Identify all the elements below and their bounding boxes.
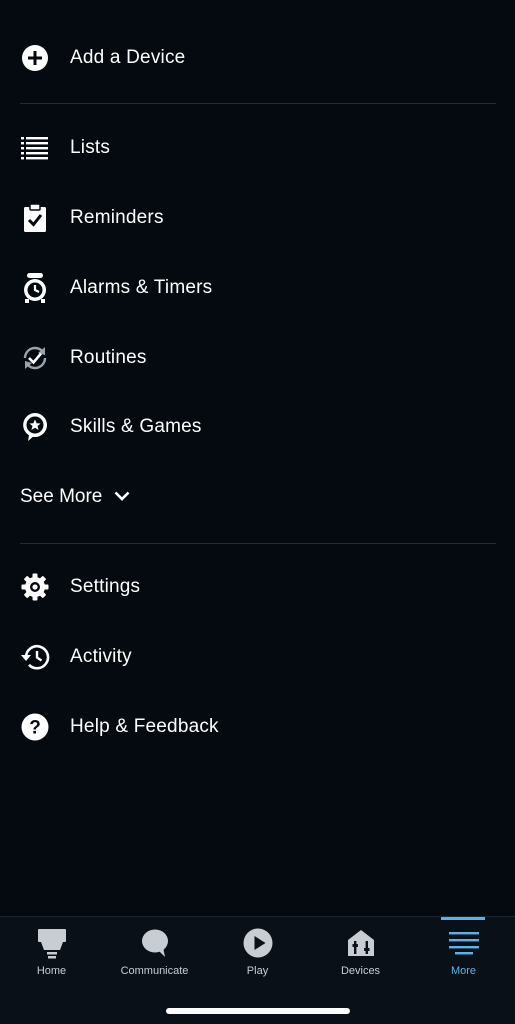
tab-play-label: Play	[246, 965, 269, 977]
skills-star-icon	[20, 412, 50, 442]
alarms-timers-label: Alarms & Timers	[70, 277, 213, 298]
routines-label: Routines	[70, 347, 147, 368]
speech-bubble-icon	[139, 927, 171, 959]
add-device-label: Add a Device	[70, 47, 186, 68]
routines-icon	[20, 343, 50, 373]
tab-home-label: Home	[36, 965, 67, 977]
alarms-timers-item[interactable]: Alarms & Timers	[0, 260, 515, 316]
history-clock-icon	[20, 642, 50, 672]
tab-more[interactable]: More	[412, 917, 515, 997]
activity-item[interactable]: Activity	[0, 629, 515, 685]
help-feedback-item[interactable]: ? Help & Feedback	[0, 699, 515, 755]
tab-communicate-label: Communicate	[120, 965, 189, 977]
home-icon	[36, 927, 68, 959]
help-feedback-label: Help & Feedback	[70, 716, 219, 737]
tab-devices[interactable]: Devices	[309, 917, 412, 997]
lists-label: Lists	[70, 137, 111, 158]
reminders-item[interactable]: Reminders	[0, 190, 515, 246]
more-menu-screen: Add a Device Lists Reminders Alarms & Ti…	[0, 0, 515, 1024]
divider	[20, 103, 496, 104]
hamburger-menu-icon	[448, 927, 480, 959]
add-device-item[interactable]: Add a Device	[0, 30, 515, 86]
clipboard-check-icon	[20, 203, 50, 233]
help-question-icon: ?	[20, 712, 50, 742]
home-indicator-bar[interactable]	[166, 1008, 350, 1014]
settings-label: Settings	[70, 576, 141, 597]
devices-home-icon	[345, 927, 377, 959]
see-more-label: See More	[20, 486, 103, 507]
alarm-clock-icon	[20, 273, 50, 303]
list-icon	[20, 133, 50, 163]
tab-communicate[interactable]: Communicate	[103, 917, 206, 997]
play-circle-icon	[242, 927, 274, 959]
gear-icon	[20, 572, 50, 602]
tab-devices-label: Devices	[340, 965, 381, 977]
tab-home[interactable]: Home	[0, 917, 103, 997]
tab-play[interactable]: Play	[206, 917, 309, 997]
routines-item[interactable]: Routines	[0, 330, 515, 386]
reminders-label: Reminders	[70, 207, 164, 228]
tab-more-label: More	[450, 965, 477, 977]
skills-games-item[interactable]: Skills & Games	[0, 399, 515, 455]
chevron-down-icon	[114, 488, 130, 506]
divider	[20, 543, 496, 544]
skills-games-label: Skills & Games	[70, 416, 202, 437]
add-circle-icon	[20, 43, 50, 73]
svg-text:?: ?	[29, 718, 41, 739]
lists-item[interactable]: Lists	[0, 120, 515, 176]
settings-item[interactable]: Settings	[0, 559, 515, 615]
see-more-toggle[interactable]: See More	[20, 480, 130, 514]
activity-label: Activity	[70, 646, 132, 667]
